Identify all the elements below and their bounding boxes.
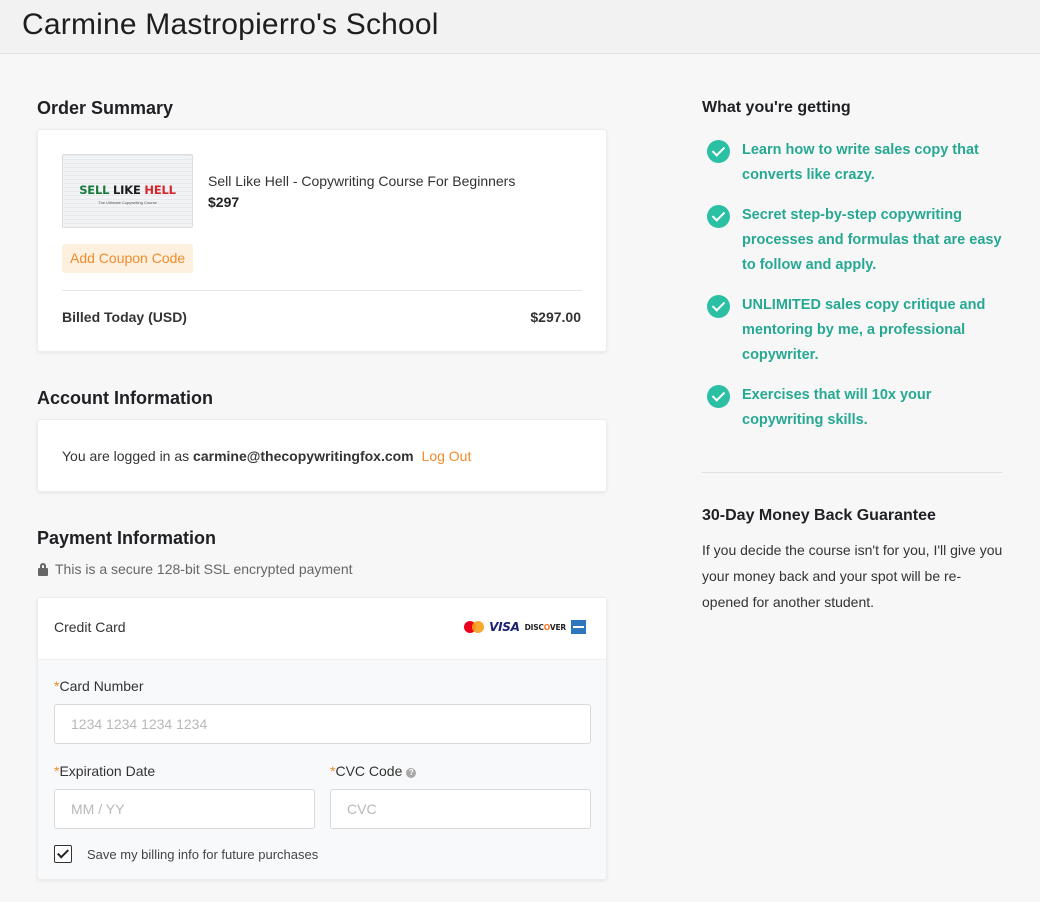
login-status: You are logged in as carmine@thecopywrit… [62, 448, 471, 464]
mastercard-icon [464, 621, 485, 633]
benefit-text: Secret step-by-step copywriting processe… [742, 207, 1002, 273]
discover-icon: DISCOVER [524, 622, 567, 632]
product-thumbnail-subtitle: The Ultimate Copywriting Course [98, 200, 157, 205]
benefits-list: Learn how to write sales copy that conve… [707, 138, 1007, 448]
benefit-item: UNLIMITED sales copy critique and mentor… [707, 293, 1007, 368]
credit-card-header: Credit Card VISA DISCOVER [38, 598, 606, 660]
cvc-code-label: *CVC Code? [330, 763, 417, 779]
secure-payment-note: This is a secure 128-bit SSL encrypted p… [38, 561, 353, 577]
billed-today-amount: $297.00 [530, 309, 581, 325]
secure-payment-text: This is a secure 128-bit SSL encrypted p… [55, 561, 353, 577]
guarantee-title: 30-Day Money Back Guarantee [702, 507, 936, 524]
order-summary-title: Order Summary [37, 98, 174, 118]
login-email: carmine@thecopywritingfox.com [193, 448, 414, 464]
top-bar: Carmine Mastropierro's School [0, 0, 1040, 54]
amex-icon [571, 620, 586, 634]
benefit-text: Learn how to write sales copy that conve… [742, 142, 979, 183]
account-info-card: You are logged in as carmine@thecopywrit… [37, 419, 607, 492]
check-circle-icon [707, 295, 730, 318]
product-name: Sell Like Hell - Copywriting Course For … [208, 173, 516, 189]
thumb-word-2: LIKE [113, 183, 141, 197]
credit-card-label: Credit Card [54, 619, 126, 635]
benefits-title: What you're getting [702, 99, 851, 116]
expiration-date-label: *Expiration Date [54, 763, 156, 779]
order-divider [62, 290, 582, 291]
cvc-code-input[interactable] [330, 789, 591, 829]
guarantee-text: If you decide the course isn't for you, … [702, 542, 1003, 610]
save-billing-label[interactable]: Save my billing info for future purchase… [87, 847, 318, 862]
lock-icon [38, 562, 48, 576]
check-circle-icon [707, 140, 730, 163]
school-title: Carmine Mastropierro's School [22, 8, 439, 41]
card-brand-logos: VISA DISCOVER [464, 620, 586, 634]
payment-card: Credit Card VISA DISCOVER *Card Number *… [37, 597, 607, 880]
card-number-label: *Card Number [54, 678, 144, 694]
benefit-item: Secret step-by-step copywriting processe… [707, 203, 1007, 278]
benefit-item: Exercises that will 10x your copywriting… [707, 383, 1007, 433]
order-summary-card: SELL LIKE HELL The Ultimate Copywriting … [37, 129, 607, 352]
payment-info-title: Payment Information [37, 528, 217, 548]
billed-today-label: Billed Today (USD) [62, 309, 187, 325]
card-number-input[interactable] [54, 704, 591, 744]
visa-icon: VISA [489, 620, 520, 634]
thumb-word-1: SELL [79, 183, 110, 197]
product-thumbnail: SELL LIKE HELL The Ultimate Copywriting … [62, 154, 193, 228]
product-thumbnail-title: SELL LIKE HELL [63, 183, 192, 197]
benefit-text: Exercises that will 10x your copywriting… [742, 387, 932, 428]
thumb-word-3: HELL [144, 183, 176, 197]
benefit-text: UNLIMITED sales copy critique and mentor… [742, 297, 986, 363]
save-billing-checkbox[interactable] [54, 845, 72, 863]
check-circle-icon [707, 205, 730, 228]
check-circle-icon [707, 385, 730, 408]
logout-link[interactable]: Log Out [422, 448, 472, 464]
help-icon[interactable]: ? [406, 768, 417, 778]
login-prefix: You are logged in as [62, 448, 190, 464]
expiration-date-input[interactable] [54, 789, 315, 829]
right-divider [702, 472, 1002, 473]
product-price: $297 [208, 194, 240, 210]
add-coupon-button[interactable]: Add Coupon Code [62, 244, 194, 273]
account-info-title: Account Information [37, 388, 213, 408]
benefit-item: Learn how to write sales copy that conve… [707, 138, 1007, 188]
